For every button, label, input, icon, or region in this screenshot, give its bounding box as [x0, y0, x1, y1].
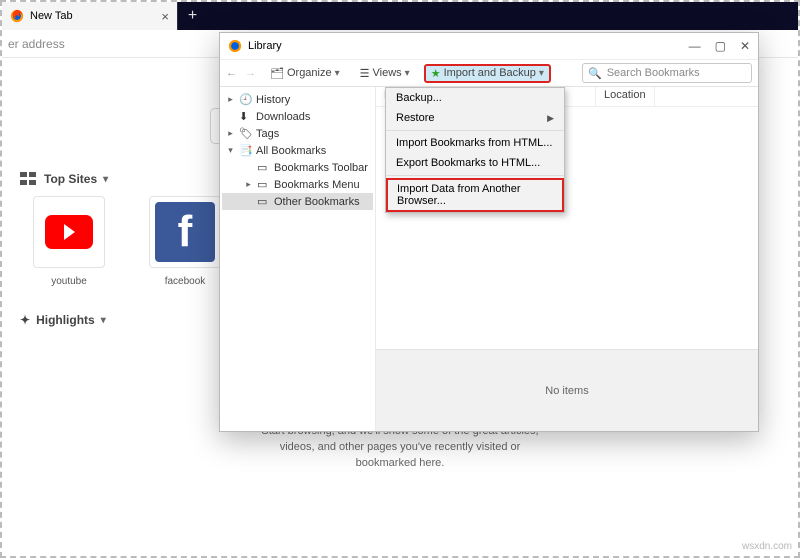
clock-icon: 🕘 — [239, 93, 252, 106]
new-tab-button[interactable]: + — [177, 2, 207, 30]
organize-button[interactable]: 🗂 Organize▾ — [264, 65, 346, 82]
menu-import-browser[interactable]: Import Data from Another Browser... — [386, 178, 564, 212]
import-backup-button[interactable]: ★ Import and Backup▾ — [424, 64, 551, 83]
download-icon: ⬇ — [239, 110, 252, 123]
import-backup-menu: Backup... Restore▶ Import Bookmarks from… — [385, 87, 565, 213]
views-button[interactable]: ☰ Views▾ — [354, 65, 416, 82]
library-toolbar: ← → 🗂 Organize▾ ☰ Views▾ ★ Import and Ba… — [220, 59, 758, 87]
tree-other-bookmarks[interactable]: ▭Other Bookmarks — [222, 193, 373, 210]
chevron-down-icon: ▾ — [103, 174, 108, 185]
folder-icon: ▭ — [257, 178, 270, 191]
library-window: Library — ▢ ✕ ← → 🗂 Organize▾ ☰ Views▾ ★… — [219, 32, 759, 432]
address-placeholder: er address — [8, 37, 65, 51]
forward-button[interactable]: → — [245, 67, 256, 79]
menu-import-html[interactable]: Import Bookmarks from HTML... — [386, 133, 564, 153]
tree-history[interactable]: ▸🕘History — [222, 91, 373, 108]
bookmark-icon: 📑 — [239, 144, 252, 157]
library-titlebar[interactable]: Library — ▢ ✕ — [220, 33, 758, 59]
menu-export-html[interactable]: Export Bookmarks to HTML... — [386, 153, 564, 173]
chevron-down-icon: ▾ — [101, 315, 106, 326]
facebook-icon: f — [155, 202, 215, 262]
firefox-icon — [228, 39, 242, 53]
col-location[interactable]: Location — [596, 87, 655, 106]
tree-tags[interactable]: ▸🏷Tags — [222, 125, 373, 142]
views-icon: ☰ — [360, 67, 370, 80]
library-detail-pane: No items — [376, 349, 758, 431]
watermark: wsxdn.com — [742, 541, 792, 552]
close-tab-icon[interactable]: × — [161, 9, 169, 24]
library-tree: ▸🕘History ⬇Downloads ▸🏷Tags ▾📑All Bookma… — [220, 87, 376, 431]
sparkle-icon: ✦ — [20, 313, 30, 327]
firefox-icon — [10, 9, 24, 23]
library-search-input[interactable]: 🔍 Search Bookmarks — [582, 63, 752, 83]
tree-bookmarks-menu[interactable]: ▸▭Bookmarks Menu — [222, 176, 373, 193]
chevron-right-icon: ▶ — [547, 113, 554, 124]
tag-icon: 🏷 — [239, 127, 252, 140]
library-title: Library — [248, 40, 282, 52]
maximize-button[interactable]: ▢ — [715, 39, 726, 53]
close-button[interactable]: ✕ — [740, 39, 750, 53]
tree-downloads[interactable]: ⬇Downloads — [222, 108, 373, 125]
back-button[interactable]: ← — [226, 67, 237, 79]
folder-icon: ▭ — [257, 161, 270, 174]
grid-icon — [20, 172, 38, 186]
tab-title: New Tab — [30, 10, 73, 22]
folder-icon: ▭ — [257, 195, 270, 208]
tile-youtube[interactable]: youtube — [26, 196, 112, 287]
minimize-button[interactable]: — — [689, 39, 701, 53]
menu-restore[interactable]: Restore▶ — [386, 108, 564, 128]
browser-tabstrip: New Tab × + — [2, 2, 798, 30]
youtube-icon — [45, 215, 93, 249]
search-icon: 🔍 — [588, 67, 602, 80]
tree-all-bookmarks[interactable]: ▾📑All Bookmarks — [222, 142, 373, 159]
menu-backup[interactable]: Backup... — [386, 88, 564, 108]
organize-icon: 🗂 — [270, 67, 284, 80]
tile-facebook[interactable]: f facebook — [142, 196, 228, 287]
star-icon: ★ — [431, 67, 441, 80]
active-tab[interactable]: New Tab × — [2, 2, 177, 30]
tree-bookmarks-toolbar[interactable]: ▭Bookmarks Toolbar — [222, 159, 373, 176]
